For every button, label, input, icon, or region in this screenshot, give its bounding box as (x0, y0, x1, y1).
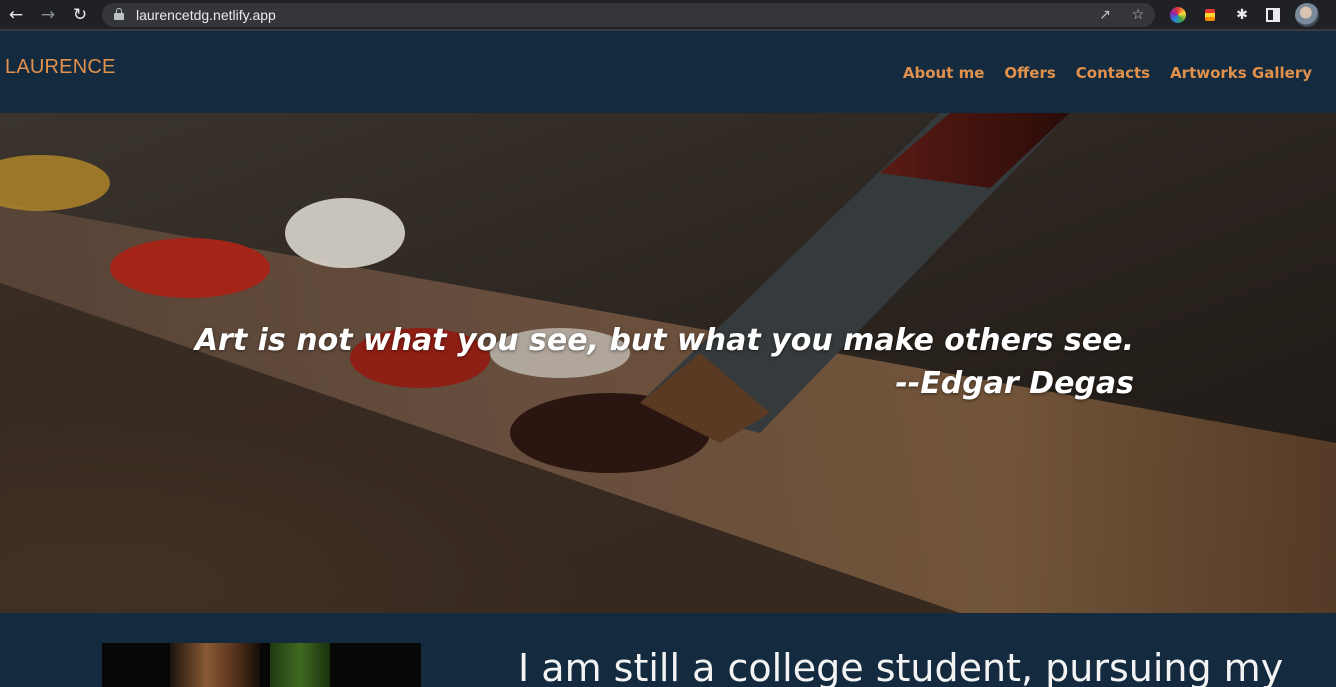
address-bar[interactable]: laurencetdg.netlify.app ↗ ☆ (102, 3, 1155, 27)
hero-quote-author: --Edgar Degas (895, 366, 1134, 401)
side-panel-icon[interactable] (1266, 8, 1280, 22)
nav-offers[interactable]: Offers (1004, 64, 1055, 82)
forward-icon[interactable]: → (36, 4, 60, 26)
profile-photo (102, 643, 421, 687)
brand-logo[interactable]: LAURENCE (5, 56, 116, 79)
hero-banner: Art is not what you see, but what you ma… (0, 113, 1336, 613)
nav-about-me[interactable]: About me (903, 64, 985, 82)
extension-icon[interactable] (1205, 9, 1215, 21)
back-icon[interactable]: ← (4, 4, 28, 26)
reload-icon[interactable]: ↻ (68, 4, 92, 26)
color-picker-extension-icon[interactable] (1170, 7, 1186, 23)
hero-quote: Art is not what you see, but what you ma… (194, 323, 1134, 358)
main-nav: About me Offers Contacts Artworks Galler… (903, 64, 1312, 82)
lock-icon[interactable] (114, 8, 124, 20)
star-icon[interactable]: ☆ (1128, 5, 1148, 25)
profile-avatar[interactable] (1295, 3, 1319, 27)
site-header: LAURENCE About me Offers Contacts Artwor… (0, 33, 1336, 113)
url-text[interactable]: laurencetdg.netlify.app (136, 6, 276, 24)
intro-section: I am still a college student, pursuing m… (0, 613, 1336, 687)
intro-heading: I am still a college student, pursuing m… (518, 646, 1284, 687)
browser-toolbar: ← → ↻ laurencetdg.netlify.app ↗ ☆ ✱ (0, 0, 1336, 31)
nav-contacts[interactable]: Contacts (1076, 64, 1150, 82)
share-icon[interactable]: ↗ (1095, 5, 1115, 25)
hero-background-image (0, 113, 1336, 613)
nav-artworks-gallery[interactable]: Artworks Gallery (1170, 64, 1312, 82)
puzzle-icon[interactable]: ✱ (1232, 5, 1252, 25)
